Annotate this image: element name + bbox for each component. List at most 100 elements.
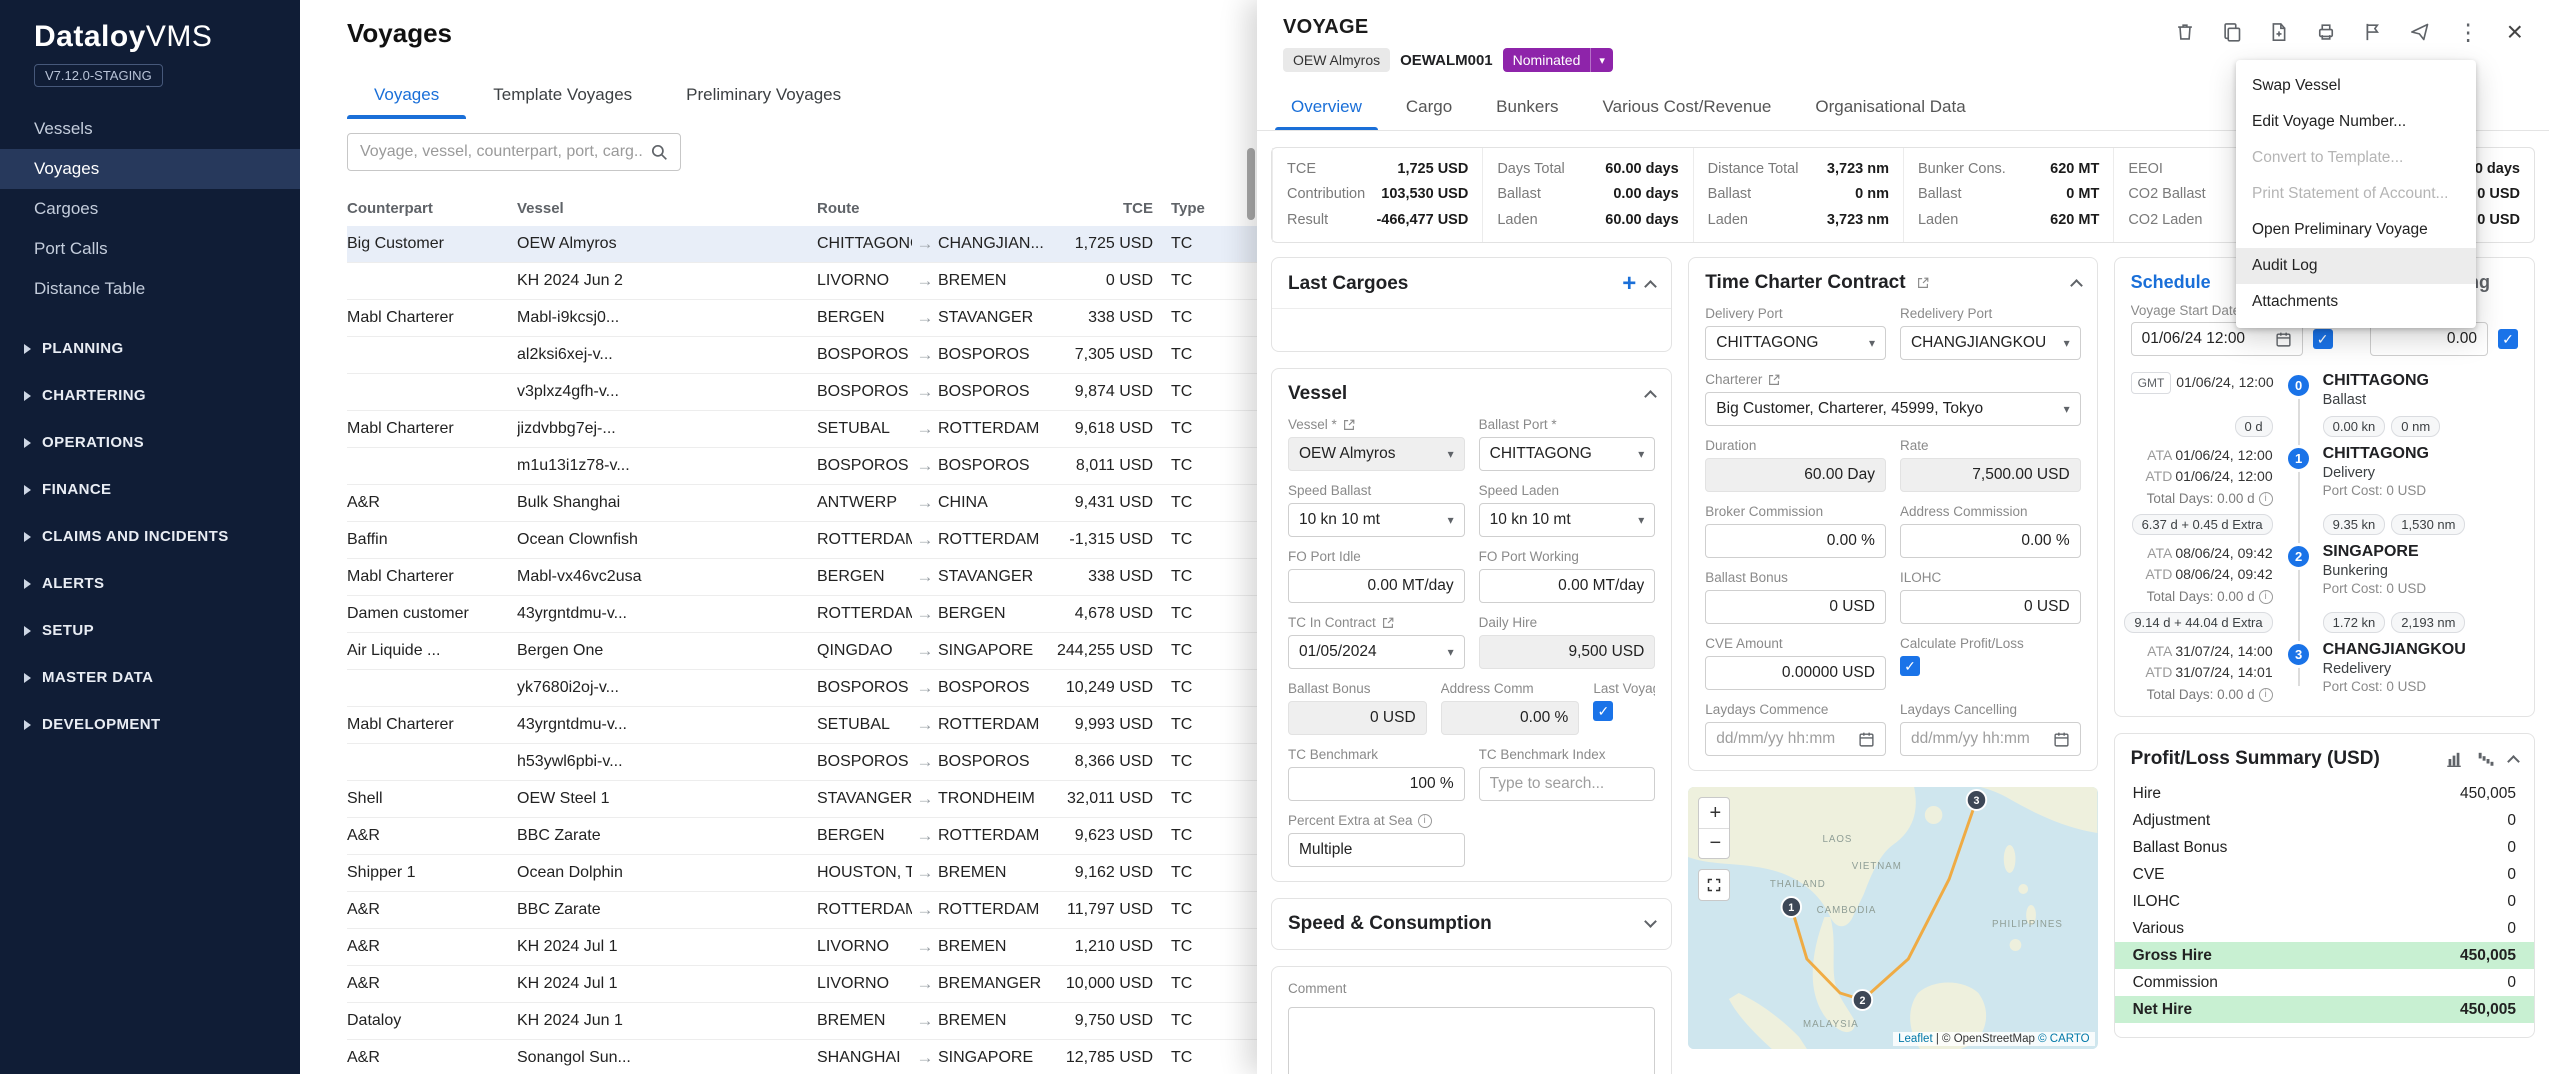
chevron-down-icon: ▾	[1448, 645, 1454, 659]
context-menu-item[interactable]: Print Statement of Account...	[2236, 176, 2476, 212]
waterfall-chart-icon[interactable]	[2477, 750, 2495, 768]
ballast-port-select[interactable]: CHITTAGONG▾	[1479, 437, 1656, 471]
start-date-checkbox[interactable]: ✓	[2313, 329, 2333, 349]
copy-icon[interactable]	[2222, 22, 2242, 42]
add-cargo-button[interactable]: +	[1622, 272, 1636, 296]
speed-laden-select[interactable]: 10 kn 10 mt▾	[1479, 503, 1656, 537]
kpi-value: 3,723 nm	[1827, 208, 1889, 233]
panel-tab[interactable]: Cargo	[1384, 84, 1474, 130]
sidebar-section[interactable]: SETUP	[0, 607, 300, 654]
tc-in-contract-select[interactable]: 01/05/2024▾	[1288, 635, 1465, 669]
sidebar-section[interactable]: OPERATIONS	[0, 419, 300, 466]
percent-extra-input[interactable]: Multiple	[1288, 833, 1465, 867]
zoom-in-button[interactable]: +	[1699, 798, 1730, 828]
search-icon[interactable]	[650, 143, 668, 161]
tab-schedule[interactable]: Schedule	[2131, 272, 2211, 293]
external-link-icon[interactable]	[1916, 276, 1930, 290]
expand-down-icon[interactable]	[1644, 915, 1657, 928]
kebab-menu-icon[interactable]: ⋮	[2457, 21, 2480, 44]
speed-ballast-select[interactable]: 10 kn 10 mt▾	[1288, 503, 1465, 537]
cell-type: TC	[1153, 827, 1223, 845]
panel-tab[interactable]: Various Cost/Revenue	[1581, 84, 1794, 130]
address-commission-input[interactable]: 0.00 %	[1900, 524, 2081, 558]
context-menu-item[interactable]: Edit Voyage Number...	[2236, 104, 2476, 140]
fullscreen-button[interactable]	[1698, 869, 1730, 901]
sidebar-item[interactable]: Distance Table	[0, 269, 300, 309]
leaflet-link[interactable]: Leaflet	[1898, 1033, 1933, 1045]
sidebar-item[interactable]: Port Calls	[0, 229, 300, 269]
tc-benchmark-input[interactable]: 100 %	[1288, 767, 1465, 801]
main-tab[interactable]: Preliminary Voyages	[659, 75, 868, 119]
broker-commission-input[interactable]: 0.00 %	[1705, 524, 1886, 558]
status-badge[interactable]: Nominated ▾	[1503, 48, 1613, 72]
calculate-pl-checkbox[interactable]: ✓	[1900, 656, 1920, 676]
share-icon[interactable]	[2410, 22, 2430, 42]
export-icon[interactable]	[2269, 22, 2289, 42]
delivery-port-select[interactable]: CHITTAGONG▾	[1705, 326, 1886, 360]
cell-type: TC	[1153, 309, 1223, 327]
sidebar-item[interactable]: Voyages	[0, 149, 300, 189]
cve-amount-input[interactable]: 0.00000 USD	[1705, 656, 1886, 690]
context-menu-item[interactable]: Audit Log	[2236, 248, 2476, 284]
fo-port-idle-input[interactable]: 0.00 MT/day	[1288, 569, 1465, 603]
search-input[interactable]	[360, 143, 642, 161]
sidebar-section[interactable]: MASTER DATA	[0, 654, 300, 701]
main-tab[interactable]: Template Voyages	[466, 75, 659, 119]
sidebar-section[interactable]: CLAIMS AND INCIDENTS	[0, 513, 300, 560]
tc-ballast-bonus-input[interactable]: 0 USD	[1705, 590, 1886, 624]
redelivery-port-select[interactable]: CHANGJIANGKOU▾	[1900, 326, 2081, 360]
carto-link[interactable]: © CARTO	[2038, 1033, 2090, 1045]
main-tab[interactable]: Voyages	[347, 75, 466, 119]
vessel-select[interactable]: OEW Almyros▾	[1288, 437, 1465, 471]
osm-link[interactable]: | © OpenStreetMap	[1936, 1033, 2035, 1045]
panel-tab[interactable]: Bunkers	[1474, 84, 1580, 130]
flag-icon[interactable]	[2363, 22, 2383, 42]
distance-chip: 1,530 nm	[2391, 514, 2465, 535]
collapse-up-icon[interactable]	[2507, 755, 2520, 768]
bar-chart-icon[interactable]	[2445, 750, 2463, 768]
context-menu-item[interactable]: Swap Vessel	[2236, 68, 2476, 104]
sidebar-section[interactable]: CHARTERING	[0, 372, 300, 419]
external-link-icon[interactable]	[1342, 418, 1356, 432]
route-map[interactable]: LAOS THAILAND VIETNAM CAMBODIA MALAYSIA …	[1688, 787, 2097, 1049]
last-voyage-checkbox[interactable]: ✓	[1593, 701, 1613, 721]
calendar-icon[interactable]	[2053, 731, 2070, 748]
collapse-up-icon[interactable]	[1644, 390, 1657, 403]
tc-benchmark-index-input[interactable]: Type to search...	[1479, 767, 1656, 801]
ilohc-input[interactable]: 0 USD	[1900, 590, 2081, 624]
map-marker-2[interactable]: 2	[1853, 990, 1872, 1010]
fo-port-working-input[interactable]: 0.00 MT/day	[1479, 569, 1656, 603]
sidebar-section[interactable]: FINANCE	[0, 466, 300, 513]
column-counterpart: Counterpart	[347, 200, 517, 217]
calendar-icon[interactable]	[2275, 331, 2292, 348]
collapse-up-icon[interactable]	[1644, 280, 1657, 293]
collapse-up-icon[interactable]	[2070, 279, 2083, 292]
map-marker-3[interactable]: 3	[1967, 790, 1986, 810]
context-menu-item[interactable]: Attachments	[2236, 284, 2476, 320]
laydays-commence-input[interactable]: dd/mm/yy hh:mm	[1705, 722, 1886, 756]
cell-counterpart: Damen customer	[347, 605, 517, 623]
external-link-icon[interactable]	[1767, 373, 1781, 387]
zoom-out-button[interactable]: −	[1699, 828, 1730, 858]
panel-tab[interactable]: Organisational Data	[1793, 84, 1987, 130]
context-menu-item[interactable]: Convert to Template...	[2236, 140, 2476, 176]
sidebar-section[interactable]: DEVELOPMENT	[0, 701, 300, 748]
sidebar-item[interactable]: Vessels	[0, 109, 300, 149]
sidebar-item[interactable]: Cargoes	[0, 189, 300, 229]
delete-icon[interactable]	[2175, 22, 2195, 42]
map-marker-1[interactable]: 1	[1782, 897, 1801, 917]
charterer-select[interactable]: Big Customer, Charterer, 45999, Tokyo▾	[1705, 392, 2080, 426]
comment-textarea[interactable]	[1288, 1007, 1655, 1074]
sidebar-section[interactable]: ALERTS	[0, 560, 300, 607]
scrollbar-thumb[interactable]	[1247, 148, 1255, 220]
sidebar-section[interactable]: PLANNING	[0, 325, 300, 372]
lock-checkbox[interactable]: ✓	[2498, 329, 2518, 349]
close-icon[interactable]: ×	[2507, 18, 2523, 46]
panel-toolbar: ⋮ ×	[2175, 18, 2523, 46]
context-menu-item[interactable]: Open Preliminary Voyage	[2236, 212, 2476, 248]
print-icon[interactable]	[2316, 22, 2336, 42]
external-link-icon[interactable]	[1381, 616, 1395, 630]
calendar-icon[interactable]	[1858, 731, 1875, 748]
laydays-cancelling-input[interactable]: dd/mm/yy hh:mm	[1900, 722, 2081, 756]
panel-tab[interactable]: Overview	[1269, 84, 1384, 130]
